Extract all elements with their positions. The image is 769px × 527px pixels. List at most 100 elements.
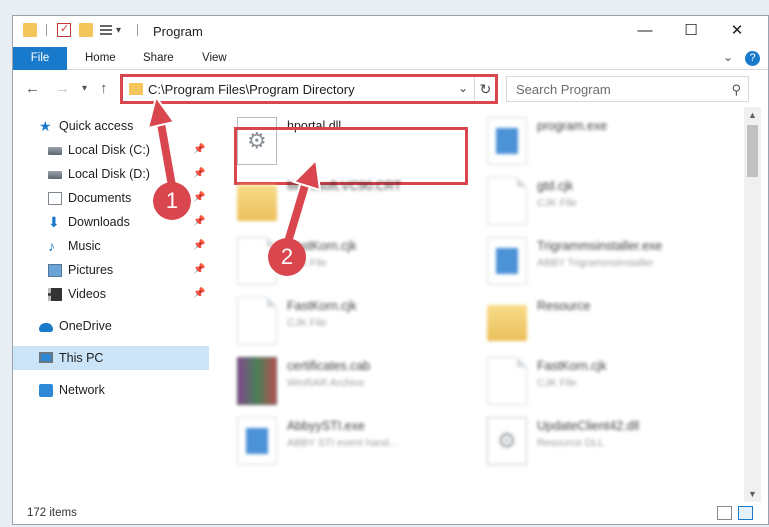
back-arrow-icon[interactable]: ← <box>25 80 40 97</box>
item-count: 172 items <box>27 507 77 519</box>
file-item[interactable]: AbbyySTI.exe ABBY STI event hand... <box>233 413 473 471</box>
sidebar-item-label: Documents <box>68 191 132 205</box>
file-name: FastKorn.cjk <box>537 359 607 373</box>
sidebar-item-onedrive[interactable]: OneDrive <box>13 314 209 338</box>
separator <box>46 24 47 36</box>
app-icon <box>237 417 277 465</box>
file-icon <box>237 297 277 345</box>
gear-file-icon <box>487 417 527 465</box>
search-placeholder: Search Program <box>516 82 611 97</box>
navigation-bar: ← → ▾ ↑ C:\Program Files\Program Directo… <box>13 71 768 107</box>
drive-icon <box>48 171 62 179</box>
sidebar-item-local-disk-c[interactable]: Local Disk (C:) 📌 <box>13 138 209 162</box>
pin-icon[interactable]: 📌 <box>193 282 205 306</box>
close-icon[interactable]: ✕ <box>714 16 760 46</box>
sidebar-item-label: Network <box>59 383 105 397</box>
music-icon: ♪ <box>48 238 55 254</box>
folder-icon <box>487 305 527 341</box>
scroll-thumb[interactable] <box>747 125 758 177</box>
sidebar-item-local-disk-d[interactable]: Local Disk (D:) 📌 <box>13 162 209 186</box>
file-item[interactable]: UpdateClient42.dll Resource DLL <box>483 413 723 471</box>
chevron-down-icon[interactable]: ▾ <box>116 25 121 36</box>
cloud-icon <box>39 323 53 332</box>
pin-icon[interactable]: 📌 <box>193 258 205 282</box>
file-item[interactable]: gtd.cjk CJK File <box>483 173 723 231</box>
vertical-scrollbar[interactable]: ▲ ▼ <box>744 107 761 502</box>
file-item[interactable]: FastKorn.cjk CJK File <box>483 353 723 411</box>
sidebar-item-videos[interactable]: Videos 📌 <box>13 282 209 306</box>
details-view-icon[interactable] <box>717 506 732 520</box>
file-name: FastKorn.cjk <box>287 299 357 313</box>
folder-icon <box>23 23 37 37</box>
scroll-up-icon[interactable]: ▲ <box>744 107 761 123</box>
file-item[interactable]: certificates.cab WinRAR Archive <box>233 353 473 411</box>
file-name: AbbyySTI.exe <box>287 419 365 433</box>
sidebar-item-label: Quick access <box>59 119 134 133</box>
step-2-badge: 2 <box>268 238 306 276</box>
scroll-down-icon[interactable]: ▼ <box>744 486 761 502</box>
tab-home[interactable]: Home <box>85 47 116 70</box>
file-name: Microsoft.VC90.CRT <box>287 179 402 193</box>
customize-icon[interactable] <box>100 25 112 36</box>
tab-share[interactable]: Share <box>143 47 174 70</box>
recent-locations-icon[interactable]: ▾ <box>82 83 87 94</box>
tab-file[interactable]: File <box>13 47 67 70</box>
file-item[interactable]: program.exe <box>483 113 723 171</box>
file-item[interactable]: FastKorn.cjk CJK File <box>233 293 473 351</box>
download-icon: ⬇ <box>48 214 60 230</box>
pin-icon[interactable]: 📌 <box>193 186 205 210</box>
maximize-icon[interactable]: ☐ <box>668 16 714 46</box>
drive-icon <box>48 147 62 155</box>
sidebar-item-network[interactable]: Network <box>13 378 209 402</box>
file-icon <box>487 177 527 225</box>
pin-icon[interactable]: 📌 <box>193 162 205 186</box>
sidebar-item-label: This PC <box>59 351 104 365</box>
file-type: CJK File <box>287 317 327 329</box>
file-name: program.exe <box>537 119 608 133</box>
window-title: Program <box>153 24 203 39</box>
file-name: gtd.cjk <box>537 179 574 193</box>
file-item[interactable]: Trigrammsinstaller.exe ABBY Trigrammsins… <box>483 233 723 291</box>
app-icon <box>487 117 527 165</box>
sidebar-item-quick-access[interactable]: ★ Quick access <box>13 114 209 138</box>
file-icon <box>487 357 527 405</box>
videos-icon <box>48 288 62 301</box>
file-name: UpdateClient42.dll <box>537 419 640 433</box>
file-type: Resource DLL <box>537 437 605 449</box>
properties-check-icon[interactable] <box>57 22 71 37</box>
help-icon[interactable]: ? <box>745 51 760 66</box>
explorer-window: ▾ Program — ☐ ✕ File Home Share View ⌄ ?… <box>12 15 769 525</box>
up-arrow-icon[interactable]: ↑ <box>100 80 108 97</box>
file-item[interactable]: Microsoft.VC90.CRT <box>233 173 473 231</box>
pin-icon[interactable]: 📌 <box>193 210 205 234</box>
status-bar: 172 items <box>13 502 768 524</box>
tab-view[interactable]: View <box>202 47 227 70</box>
pictures-icon <box>48 264 62 277</box>
pin-icon[interactable]: 📌 <box>193 138 205 162</box>
address-highlight-box <box>120 74 498 104</box>
search-box[interactable]: Search Program ⚲ <box>506 76 749 102</box>
file-name: Resource <box>537 299 591 313</box>
new-folder-icon[interactable] <box>79 23 93 37</box>
pin-icon[interactable]: 📌 <box>193 234 205 258</box>
expand-ribbon-icon[interactable]: ⌄ <box>723 50 733 64</box>
sidebar-item-pictures[interactable]: Pictures 📌 <box>13 258 209 282</box>
file-item[interactable]: Resource <box>483 293 723 351</box>
computer-icon <box>39 352 53 363</box>
sidebar-item-music[interactable]: ♪ Music 📌 <box>13 234 209 258</box>
minimize-icon[interactable]: — <box>622 16 668 46</box>
network-icon <box>39 384 53 397</box>
documents-icon <box>48 192 62 205</box>
sidebar-item-label: Local Disk (D:) <box>68 167 150 181</box>
title-bar: ▾ Program — ☐ ✕ <box>13 16 768 47</box>
file-type: CJK File <box>537 377 577 389</box>
forward-arrow-icon[interactable]: → <box>55 80 70 97</box>
file-type: ABBY STI event hand... <box>287 437 398 449</box>
navigation-pane: ★ Quick access Local Disk (C:) 📌 Local D… <box>13 107 209 502</box>
step-1-badge: 1 <box>153 182 191 220</box>
large-icons-view-icon[interactable] <box>738 506 753 520</box>
sidebar-item-this-pc[interactable]: This PC <box>13 346 209 370</box>
sidebar-item-label: Videos <box>68 287 106 301</box>
search-icon[interactable]: ⚲ <box>731 82 741 98</box>
star-icon: ★ <box>39 118 52 134</box>
